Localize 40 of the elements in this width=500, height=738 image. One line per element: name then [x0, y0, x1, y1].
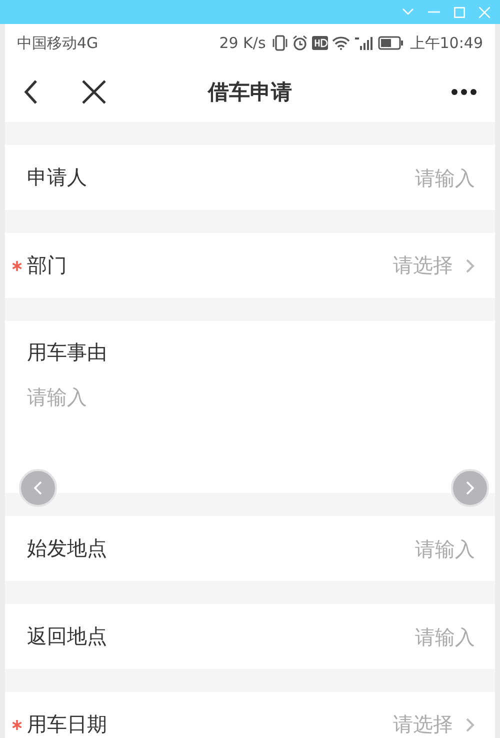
field-label: 申请人	[27, 164, 87, 191]
next-button[interactable]	[451, 469, 489, 507]
close-icon[interactable]	[479, 6, 490, 18]
field-label: 部门	[27, 252, 67, 279]
signal-icon	[354, 36, 374, 50]
minimize-icon[interactable]	[428, 11, 440, 13]
hd-icon	[312, 36, 328, 50]
network-speed: 29 K/s	[219, 34, 266, 52]
input-field[interactable]: 请输入	[87, 166, 475, 190]
page-title: 借车申请	[208, 79, 292, 106]
field-label: 返回地点	[27, 623, 107, 650]
alarm-icon	[292, 35, 308, 51]
chevron-icon	[465, 258, 475, 274]
select-placeholder: 请选择	[393, 711, 453, 738]
text-area-field[interactable]: 用车事由 请输入	[5, 321, 495, 493]
maximize-icon[interactable]	[454, 6, 465, 18]
wifi-icon	[332, 36, 350, 50]
input-row[interactable]: 始发地点 请输入	[5, 516, 495, 581]
vibrate-icon	[272, 35, 288, 51]
input-row[interactable]: 返回地点 请输入	[5, 604, 495, 669]
close-icon	[81, 79, 107, 105]
more-icon	[451, 88, 477, 96]
select-row[interactable]: 部门 请选择	[5, 233, 495, 298]
chevron-left-icon	[33, 480, 43, 496]
chevron-down-icon[interactable]	[402, 8, 414, 16]
select-placeholder: 请选择	[393, 252, 453, 279]
clock-time: 上午10:49	[410, 34, 483, 52]
chevron-icon	[465, 716, 475, 732]
carrier-text: 中国移动4G	[17, 34, 98, 52]
previous-button[interactable]	[19, 469, 57, 507]
input-field[interactable]: 请输入	[107, 624, 475, 648]
field-label: 用车事由	[27, 339, 108, 366]
field-label: 始发地点	[27, 535, 107, 562]
chevron-right-icon	[465, 480, 475, 496]
field-label: 用车日期	[27, 711, 107, 738]
select-row[interactable]: 用车日期 请选择	[5, 692, 495, 738]
input-row[interactable]: 申请人 请输入	[5, 145, 495, 210]
battery-icon	[378, 36, 404, 50]
back-icon	[23, 79, 39, 105]
input-field[interactable]: 请输入	[107, 536, 475, 560]
